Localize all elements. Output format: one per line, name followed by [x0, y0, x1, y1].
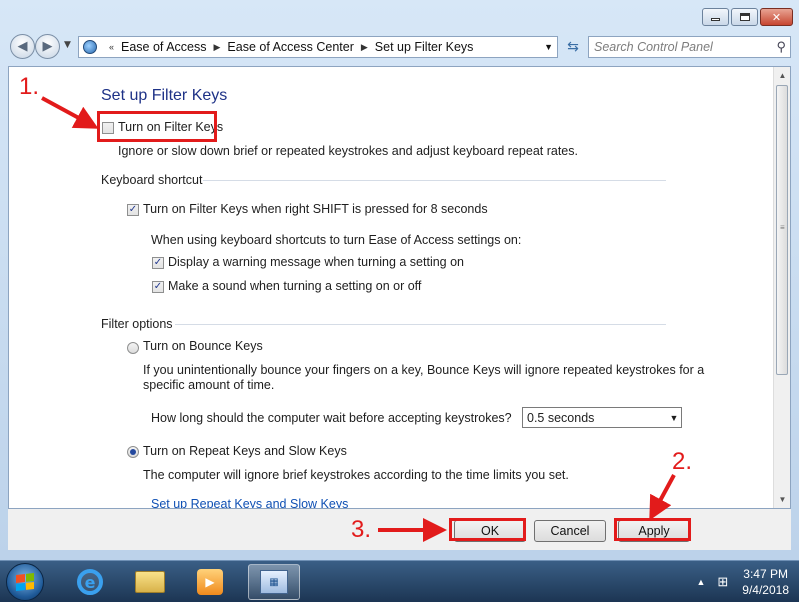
maximize-button[interactable]	[731, 8, 758, 26]
taskbar-control-panel[interactable]: ▦	[248, 564, 300, 600]
wait-time-value: 0.5 seconds	[527, 410, 595, 425]
internet-explorer-icon: e	[77, 569, 103, 595]
warning-message-label[interactable]: Display a warning message when turning a…	[168, 255, 464, 269]
checkmark-icon: ✓	[153, 281, 163, 292]
highlight-ok	[449, 518, 526, 541]
bounce-keys-label[interactable]: Turn on Bounce Keys	[143, 339, 263, 353]
navigation-bar: ◀ ▶ ▼ « Ease of Access ▶ Ease of Access …	[8, 33, 791, 59]
caption-buttons: ✕	[700, 8, 793, 26]
start-button[interactable]	[6, 563, 44, 601]
media-player-icon: ▶	[197, 569, 223, 595]
repeat-slow-keys-radio[interactable]	[127, 446, 139, 458]
recent-pages-dropdown-icon[interactable]: ▼	[64, 40, 71, 50]
keyboard-shortcut-heading: Keyboard shortcut	[101, 173, 203, 187]
make-sound-label[interactable]: Make a sound when turning a setting on o…	[168, 279, 421, 293]
warning-message-checkbox[interactable]: ✓	[152, 257, 164, 269]
highlight-apply	[614, 518, 691, 541]
breadcrumb-separator-icon[interactable]: ▶	[361, 42, 368, 53]
scroll-thumb[interactable]: ≡	[776, 85, 788, 375]
control-panel-icon	[83, 40, 97, 54]
address-bar[interactable]: « Ease of Access ▶ Ease of Access Center…	[78, 36, 558, 58]
section-divider	[175, 324, 666, 325]
back-button[interactable]: ◀	[10, 34, 35, 59]
breadcrumb-ease-of-access-center[interactable]: Ease of Access Center	[227, 40, 353, 54]
shortcut-settings-label: When using keyboard shortcuts to turn Ea…	[151, 233, 522, 247]
repeat-slow-keys-description: The computer will ignore brief keystroke…	[143, 468, 569, 482]
cancel-button[interactable]: Cancel	[534, 520, 606, 542]
clock-time: 3:47 PM	[743, 567, 788, 581]
annotation-step-1: 1.	[19, 73, 40, 100]
page-title: Set up Filter Keys	[101, 87, 228, 104]
search-input[interactable]: Search Control Panel ⚲	[588, 36, 791, 58]
chevron-down-icon: ▼	[669, 412, 679, 423]
minimize-button[interactable]	[702, 8, 729, 26]
taskbar: e ▶ ▦ ▲ ⊞ 3:47 PM 9/4/2018	[0, 560, 799, 602]
refresh-button[interactable]: ⇆	[562, 36, 584, 58]
scroll-up-icon[interactable]: ▲	[774, 67, 790, 84]
annotation-step-2: 2.	[672, 448, 693, 475]
section-divider	[203, 180, 666, 181]
taskbar-media-player[interactable]: ▶	[184, 564, 236, 600]
repeat-slow-keys-label[interactable]: Turn on Repeat Keys and Slow Keys	[143, 444, 347, 458]
bounce-keys-description-line1: If you unintentionally bounce your finge…	[143, 363, 705, 377]
highlight-filter-keys	[97, 111, 217, 142]
search-icon[interactable]: ⚲	[776, 39, 786, 55]
filter-keys-description: Ignore or slow down brief or repeated ke…	[118, 144, 578, 158]
maximize-icon	[739, 13, 750, 21]
folder-icon	[135, 571, 165, 593]
search-placeholder: Search Control Panel	[594, 40, 713, 54]
breadcrumb-overflow-icon[interactable]: «	[109, 42, 114, 52]
annotation-step-3: 3.	[351, 516, 372, 543]
windows-logo-icon	[16, 573, 34, 591]
make-sound-checkbox[interactable]: ✓	[152, 281, 164, 293]
control-panel-icon: ▦	[260, 570, 288, 594]
breadcrumb-ease-of-access[interactable]: Ease of Access	[121, 40, 206, 54]
filter-options-heading: Filter options	[101, 317, 173, 331]
wait-time-select[interactable]: 0.5 seconds ▼	[522, 407, 682, 428]
taskbar-file-explorer[interactable]	[124, 564, 176, 600]
address-dropdown-icon[interactable]: ▼	[544, 42, 553, 52]
close-icon: ✕	[771, 10, 782, 24]
back-arrow-icon: ◀	[17, 39, 28, 54]
forward-arrow-icon: ▶	[42, 39, 53, 54]
forward-button[interactable]: ▶	[35, 34, 60, 59]
grip-icon: ≡	[780, 223, 785, 232]
bounce-keys-radio[interactable]	[127, 342, 139, 354]
shortcut-checkbox[interactable]: ✓	[127, 204, 139, 216]
system-tray: ▲ ⊞ 3:47 PM 9/4/2018	[696, 561, 789, 603]
checkmark-icon: ✓	[153, 257, 163, 268]
checkmark-icon: ✓	[128, 204, 138, 215]
taskbar-internet-explorer[interactable]: e	[64, 564, 116, 600]
refresh-icon: ⇆	[567, 39, 579, 55]
show-hidden-icons-icon[interactable]: ▲	[696, 577, 705, 587]
clock[interactable]: 3:47 PM 9/4/2018	[742, 566, 789, 598]
vertical-scrollbar[interactable]: ▲ ≡ ▼	[773, 67, 790, 508]
minimize-icon	[711, 18, 720, 21]
breadcrumb-separator-icon[interactable]: ▶	[213, 42, 220, 53]
breadcrumb-set-up-filter-keys[interactable]: Set up Filter Keys	[375, 40, 474, 54]
close-button[interactable]: ✕	[760, 8, 793, 26]
shortcut-checkbox-label[interactable]: Turn on Filter Keys when right SHIFT is …	[143, 202, 488, 216]
bounce-keys-description-line2: specific amount of time.	[143, 378, 275, 392]
repeat-slow-keys-link[interactable]: Set up Repeat Keys and Slow Keys	[151, 497, 348, 508]
scroll-down-icon[interactable]: ▼	[774, 491, 790, 508]
wait-time-label: How long should the computer wait before…	[151, 411, 512, 425]
clock-date: 9/4/2018	[742, 583, 789, 597]
network-icon[interactable]: ⊞	[717, 574, 728, 590]
